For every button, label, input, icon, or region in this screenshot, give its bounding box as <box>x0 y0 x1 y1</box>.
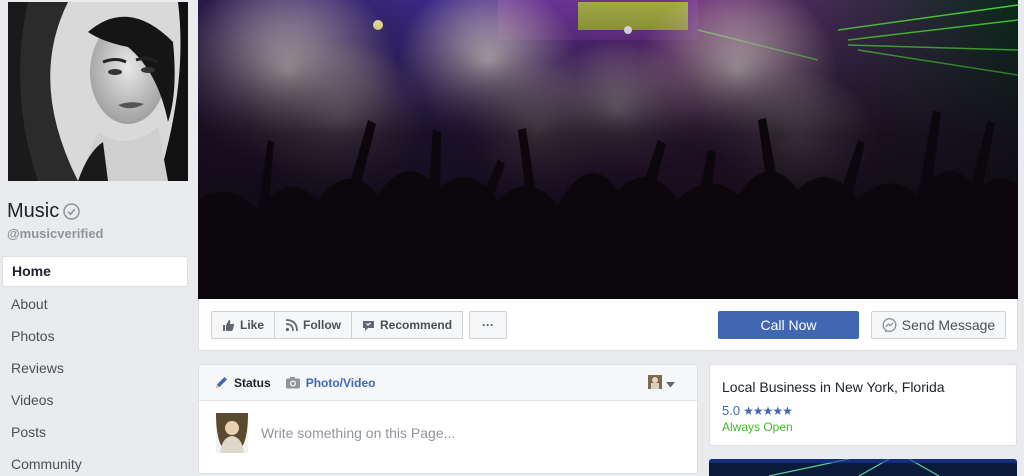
rating-row[interactable]: 5.0 ★★★★★ <box>722 403 1004 418</box>
more-label: ··· <box>482 318 495 332</box>
recommend-button[interactable]: Recommend <box>351 311 464 339</box>
tab-photo-label: Photo/Video <box>305 375 376 390</box>
messenger-icon <box>882 317 897 333</box>
business-category[interactable]: Local Business in New York, Florida <box>722 379 1004 395</box>
rating-stars-icon: ★★★★★ <box>743 403 793 418</box>
tab-status[interactable]: Status <box>214 375 271 390</box>
nav-item-videos[interactable]: Videos <box>2 384 188 416</box>
opening-hours-status: Always Open <box>722 420 793 434</box>
composer-tabs: Status Photo/Video <box>199 365 697 401</box>
thumbs-up-icon <box>222 319 235 332</box>
nav-item-community[interactable]: Community <box>2 448 188 476</box>
recommend-label: Recommend <box>380 318 453 332</box>
nav-item-posts[interactable]: Posts <box>2 416 188 448</box>
page-title[interactable]: Music <box>7 200 59 223</box>
send-message-label: Send Message <box>901 317 996 333</box>
nav-item-home[interactable]: Home <box>2 256 188 287</box>
send-message-button[interactable]: Send Message <box>871 311 1006 339</box>
engagement-buttons: Like Follow Recommend ··· <box>211 311 508 339</box>
rss-icon <box>285 318 298 332</box>
page-nav: Home About Photos Reviews Videos Posts C… <box>2 256 188 476</box>
page-thumbnail-icon <box>648 375 662 394</box>
chevron-down-icon <box>666 381 675 388</box>
post-composer: Status Photo/Video <box>198 364 698 474</box>
follow-button[interactable]: Follow <box>274 311 353 339</box>
nav-item-about[interactable]: About <box>2 288 188 320</box>
pencil-icon <box>214 375 229 390</box>
profile-picture[interactable] <box>8 2 188 181</box>
rating-value: 5.0 <box>722 403 741 418</box>
post-as-selector[interactable] <box>648 375 675 394</box>
more-options-button[interactable]: ··· <box>469 311 508 339</box>
verified-badge-icon <box>63 202 80 220</box>
photos-card-preview[interactable] <box>709 459 1017 476</box>
post-text-input[interactable] <box>261 423 671 443</box>
tab-status-label: Status <box>234 375 271 390</box>
call-now-button[interactable]: Call Now <box>718 311 859 339</box>
speech-bubble-icon <box>362 319 375 332</box>
follow-label: Follow <box>303 318 342 332</box>
page-username[interactable]: @musicverified <box>7 226 104 241</box>
nav-item-photos[interactable]: Photos <box>2 320 188 352</box>
tab-photo-video[interactable]: Photo/Video <box>285 375 376 390</box>
business-info-card: Local Business in New York, Florida 5.0 … <box>709 364 1017 446</box>
cover-photo[interactable] <box>198 0 1018 299</box>
nav-item-reviews[interactable]: Reviews <box>2 352 188 384</box>
page-action-bar: Like Follow Recommend ··· Call Now Send … <box>198 299 1018 351</box>
avatar[interactable] <box>216 413 248 453</box>
camera-icon <box>285 376 301 390</box>
like-button[interactable]: Like <box>211 311 276 339</box>
like-label: Like <box>240 318 265 332</box>
